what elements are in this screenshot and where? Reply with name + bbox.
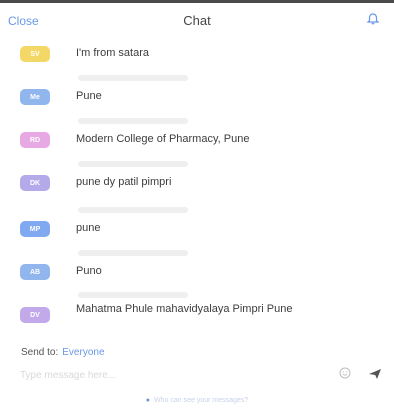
footer-note-text: Who can see your messages? (154, 397, 249, 404)
message-meta (78, 75, 188, 81)
info-dot-icon: ● (145, 397, 151, 404)
send-to-label: Send to: (21, 347, 59, 358)
page-title: Chat (183, 13, 211, 28)
send-icon[interactable] (368, 368, 382, 380)
message-text: pune dy patil pimpri (76, 176, 172, 188)
list-item: RD Modern College of Pharmacy, Pune (0, 118, 394, 166)
message-text: Pune (76, 90, 102, 102)
avatar: RD (20, 132, 50, 148)
footer-note[interactable]: ● Who can see your messages? (0, 397, 394, 404)
message-meta (78, 292, 188, 298)
message-meta (78, 118, 188, 124)
send-to-target[interactable]: Everyone (62, 347, 104, 358)
message-text: Puno (76, 265, 102, 277)
message-meta (78, 161, 188, 167)
list-item: SV I'm from satara (0, 41, 394, 81)
message-text: Mahatma Phule mahavidyalaya Pimpri Pune (76, 303, 293, 315)
avatar: MP (20, 221, 50, 237)
message-meta (78, 250, 188, 256)
emoji-icon[interactable] (339, 367, 351, 379)
list-item: DK pune dy patil pimpri (0, 161, 394, 209)
avatar: DK (20, 175, 50, 191)
avatar: AB (20, 264, 50, 280)
avatar: DV (20, 307, 50, 323)
avatar: Me (20, 89, 50, 105)
list-item: MP pune (0, 207, 394, 255)
message-input[interactable]: Type message here... (20, 370, 116, 381)
message-meta (78, 207, 188, 213)
list-item: Me Pune (0, 75, 394, 123)
avatar: SV (20, 46, 50, 62)
chat-header: Close Chat (0, 3, 394, 37)
bell-icon[interactable] (366, 12, 380, 26)
message-text: pune (76, 222, 101, 234)
message-text: I'm from satara (76, 47, 150, 59)
message-text: Modern College of Pharmacy, Pune (76, 133, 250, 145)
send-to-selector[interactable]: Send to: Everyone (21, 347, 105, 358)
list-item: DV Mahatma Phule mahavidyalaya Pimpri Pu… (0, 292, 394, 348)
list-item: AB Puno (0, 250, 394, 298)
